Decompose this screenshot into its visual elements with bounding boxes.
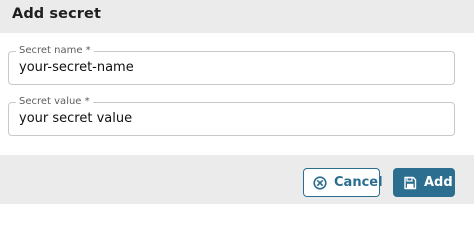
dialog-header: Add secret <box>0 0 474 33</box>
secret-name-input[interactable]: your-secret-name <box>19 60 134 76</box>
add-button[interactable]: Add <box>393 168 455 197</box>
secret-value-label: Secret value * <box>16 95 93 109</box>
cancel-circle-icon <box>313 175 327 190</box>
save-floppy-icon <box>403 176 417 190</box>
add-secret-dialog: Add secret Secret name * your-secret-nam… <box>0 0 474 204</box>
cancel-button[interactable]: Cancel <box>303 168 383 197</box>
cancel-button-label: Cancel <box>334 174 383 190</box>
secret-value-input[interactable]: your secret value <box>19 111 132 127</box>
add-button-label: Add <box>424 174 453 190</box>
secret-name-field[interactable]: Secret name * your-secret-name <box>8 44 455 85</box>
dialog-title: Add secret <box>12 6 102 22</box>
secret-value-field[interactable]: Secret value * your secret value <box>8 95 455 136</box>
secret-name-label: Secret name * <box>16 44 94 58</box>
